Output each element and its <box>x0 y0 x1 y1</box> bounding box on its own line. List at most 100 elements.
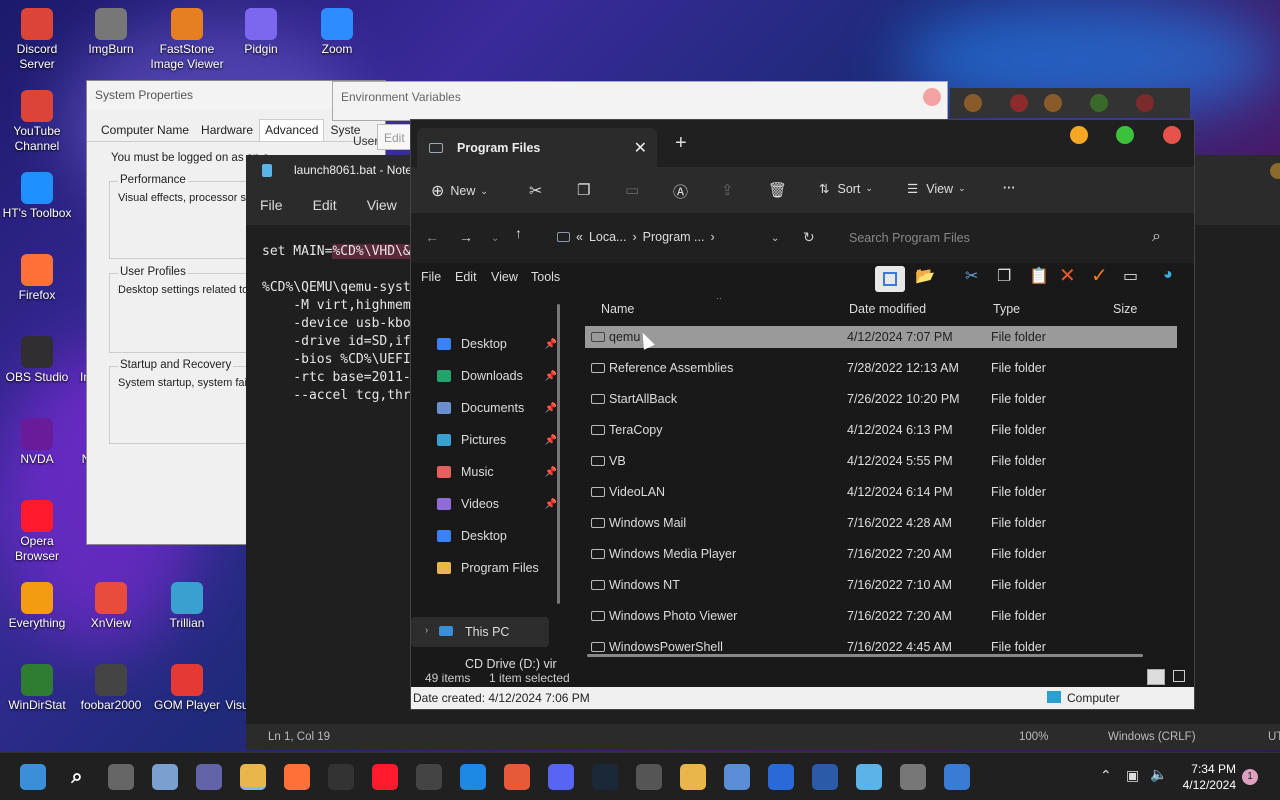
menu-edit[interactable]: Edit <box>455 270 477 284</box>
delete-icon[interactable]: 🗑 <box>768 181 787 199</box>
steam-icon[interactable] <box>592 764 618 790</box>
desktop-icon[interactable]: FastStone Image Viewer <box>150 8 224 72</box>
edit-button[interactable]: Edit <box>377 124 413 150</box>
up-arrow-icon[interactable]: ↑ <box>515 225 522 241</box>
settings-icon[interactable] <box>900 764 926 790</box>
tab-program-files[interactable]: Program Files ✕ <box>417 128 657 167</box>
nav-item-downloads[interactable]: Downloads 📌 <box>437 369 557 383</box>
volume-icon[interactable]: 🔈 <box>1150 766 1167 783</box>
store-icon[interactable] <box>768 764 794 790</box>
nav-item-desktop[interactable]: Desktop <box>437 529 557 543</box>
table-row[interactable]: Windows Mail 7/16/2022 4:28 AM File folder <box>585 512 1177 534</box>
nav-item-videos[interactable]: Videos 📌 <box>437 497 557 511</box>
table-row[interactable]: VB 4/12/2024 5:55 PM File folder <box>585 450 1177 472</box>
desktop-icon[interactable]: GOM Player <box>150 664 224 713</box>
menu-edit[interactable]: Edit <box>313 197 337 213</box>
forward-arrow-icon[interactable]: → <box>459 229 473 245</box>
close-button[interactable] <box>923 88 941 106</box>
desktop-icon[interactable]: NVDA <box>0 418 74 467</box>
powershell-icon[interactable] <box>812 764 838 790</box>
file-explorer-window[interactable]: Program Files ✕ + ⊕ New ⌄ ✂ ❐ ▭ Ⓐ ⇪ 🗑 ⇅ … <box>410 119 1195 710</box>
vscode-icon[interactable] <box>460 764 486 790</box>
table-row[interactable]: qemu 4/12/2024 7:07 PM File folder <box>585 326 1177 348</box>
globe-icon[interactable]: ◕ <box>1163 266 1173 284</box>
minimize-button[interactable] <box>1070 126 1088 144</box>
desktop-icon[interactable]: Pidgin <box>224 8 298 57</box>
desktop-icon[interactable]: Discord Server <box>0 8 74 72</box>
sort-button[interactable]: ⇅ Sort ⌄ <box>819 181 873 197</box>
nav-item-this-pc[interactable]: › This PC <box>411 617 549 647</box>
nav-item-documents[interactable]: Documents 📌 <box>437 401 557 415</box>
chevron-right-icon[interactable]: › <box>425 625 428 636</box>
maximize-button[interactable] <box>1116 126 1134 144</box>
desktop-icon[interactable]: WinDirStat <box>0 664 74 713</box>
horizontal-scrollbar[interactable] <box>587 654 1143 657</box>
puzzle-icon[interactable] <box>680 764 706 790</box>
menu-tools[interactable]: Tools <box>531 270 560 284</box>
desktop-icon[interactable]: Trillian <box>150 582 224 631</box>
menu-file[interactable]: File <box>260 197 283 213</box>
desktop-icon[interactable]: foobar2000 <box>74 664 148 713</box>
notepad-icon[interactable] <box>856 764 882 790</box>
table-row[interactable]: Windows Media Player 7/16/2022 7:20 AM Fil… <box>585 543 1177 565</box>
column-date[interactable]: Date modified <box>849 302 926 316</box>
chart-icon[interactable] <box>724 764 750 790</box>
firefox-icon[interactable] <box>284 764 310 790</box>
terminal-icon[interactable] <box>328 764 354 790</box>
view-button[interactable]: ☰ View ⌄ <box>907 181 966 197</box>
preview-pane-icon[interactable] <box>875 266 905 292</box>
desktop-icon[interactable]: Zoom <box>300 8 374 57</box>
search-box[interactable]: Search Program Files ⌕ <box>837 223 1177 253</box>
copy-icon[interactable]: ❐ <box>997 266 1011 286</box>
environment-variables-window[interactable]: Environment Variables User Edit <box>332 81 948 150</box>
close-tab-button[interactable]: ✕ <box>634 138 647 158</box>
delete-x-icon[interactable]: ✕ <box>1059 263 1076 288</box>
widgets-icon[interactable] <box>152 764 178 790</box>
file-explorer-icon[interactable] <box>240 764 266 790</box>
close-button[interactable] <box>1163 126 1181 144</box>
close-button[interactable] <box>1136 94 1154 112</box>
chevron-up-icon[interactable]: ⌃ <box>1100 767 1112 784</box>
search-icon[interactable]: ⌕ <box>1152 228 1161 246</box>
task-view-icon[interactable] <box>108 764 134 790</box>
menu-view[interactable]: View <box>491 270 518 284</box>
desktop-icon[interactable]: YouTube Channel <box>0 90 74 154</box>
obs-icon[interactable] <box>416 764 442 790</box>
column-size[interactable]: Size <box>1113 302 1137 316</box>
nav-item-program-files[interactable]: Program Files <box>437 561 557 575</box>
rename-box-icon[interactable]: ▭ <box>1123 266 1138 286</box>
table-row[interactable]: Windows Photo Viewer 7/16/2022 7:20 AM Fil… <box>585 605 1177 627</box>
cube-icon[interactable] <box>636 764 662 790</box>
copy-icon[interactable]: ❐ <box>577 181 590 199</box>
table-row[interactable]: TeraCopy 4/12/2024 6:13 PM File folder <box>585 419 1177 441</box>
discord-icon[interactable] <box>548 764 574 790</box>
desktop-icon[interactable]: HT's Toolbox <box>0 172 74 221</box>
refresh-icon[interactable]: ↻ <box>803 229 815 246</box>
column-type[interactable]: Type <box>993 302 1020 316</box>
table-row[interactable]: Windows NT 7/16/2022 7:10 AM File folder <box>585 574 1177 596</box>
nav-scrollbar[interactable] <box>557 304 560 604</box>
tiles-view-icon[interactable] <box>1173 670 1185 682</box>
table-row[interactable]: Reference Assemblies 7/28/2022 12:13 AM Fi… <box>585 357 1177 379</box>
cut-icon[interactable]: ✂ <box>529 181 542 201</box>
breadcrumb[interactable]: « Loca... › Program ... › <box>557 230 715 244</box>
table-row[interactable]: StartAllBack 7/26/2022 10:20 PM File folde… <box>585 388 1177 410</box>
new-tab-button[interactable]: + <box>675 132 687 155</box>
clock[interactable]: 7:34 PM 4/12/2024 <box>1183 761 1236 793</box>
nav-item-desktop[interactable]: Desktop 📌 <box>437 337 557 351</box>
details-view-icon[interactable] <box>1147 669 1165 685</box>
new-button[interactable]: ⊕ New ⌄ <box>431 181 488 201</box>
desktop-icon[interactable]: ImgBurn <box>74 8 148 57</box>
recent-chevron-icon[interactable]: ⌄ <box>491 233 499 244</box>
table-row[interactable]: VideoLAN 4/12/2024 6:14 PM File folder <box>585 481 1177 503</box>
paste-icon[interactable]: ▭ <box>625 181 639 199</box>
minimize-button[interactable] <box>1044 94 1062 112</box>
teams-icon[interactable] <box>196 764 222 790</box>
menu-file[interactable]: File <box>421 270 441 284</box>
network-app-icon[interactable] <box>944 764 970 790</box>
folder-options-icon[interactable]: 📂 <box>915 266 935 286</box>
tab-advanced[interactable]: Advanced <box>259 119 325 141</box>
minimize-button[interactable] <box>964 94 982 112</box>
paste-icon[interactable]: 📋 <box>1029 266 1049 286</box>
rename-icon[interactable]: Ⓐ <box>673 181 688 202</box>
